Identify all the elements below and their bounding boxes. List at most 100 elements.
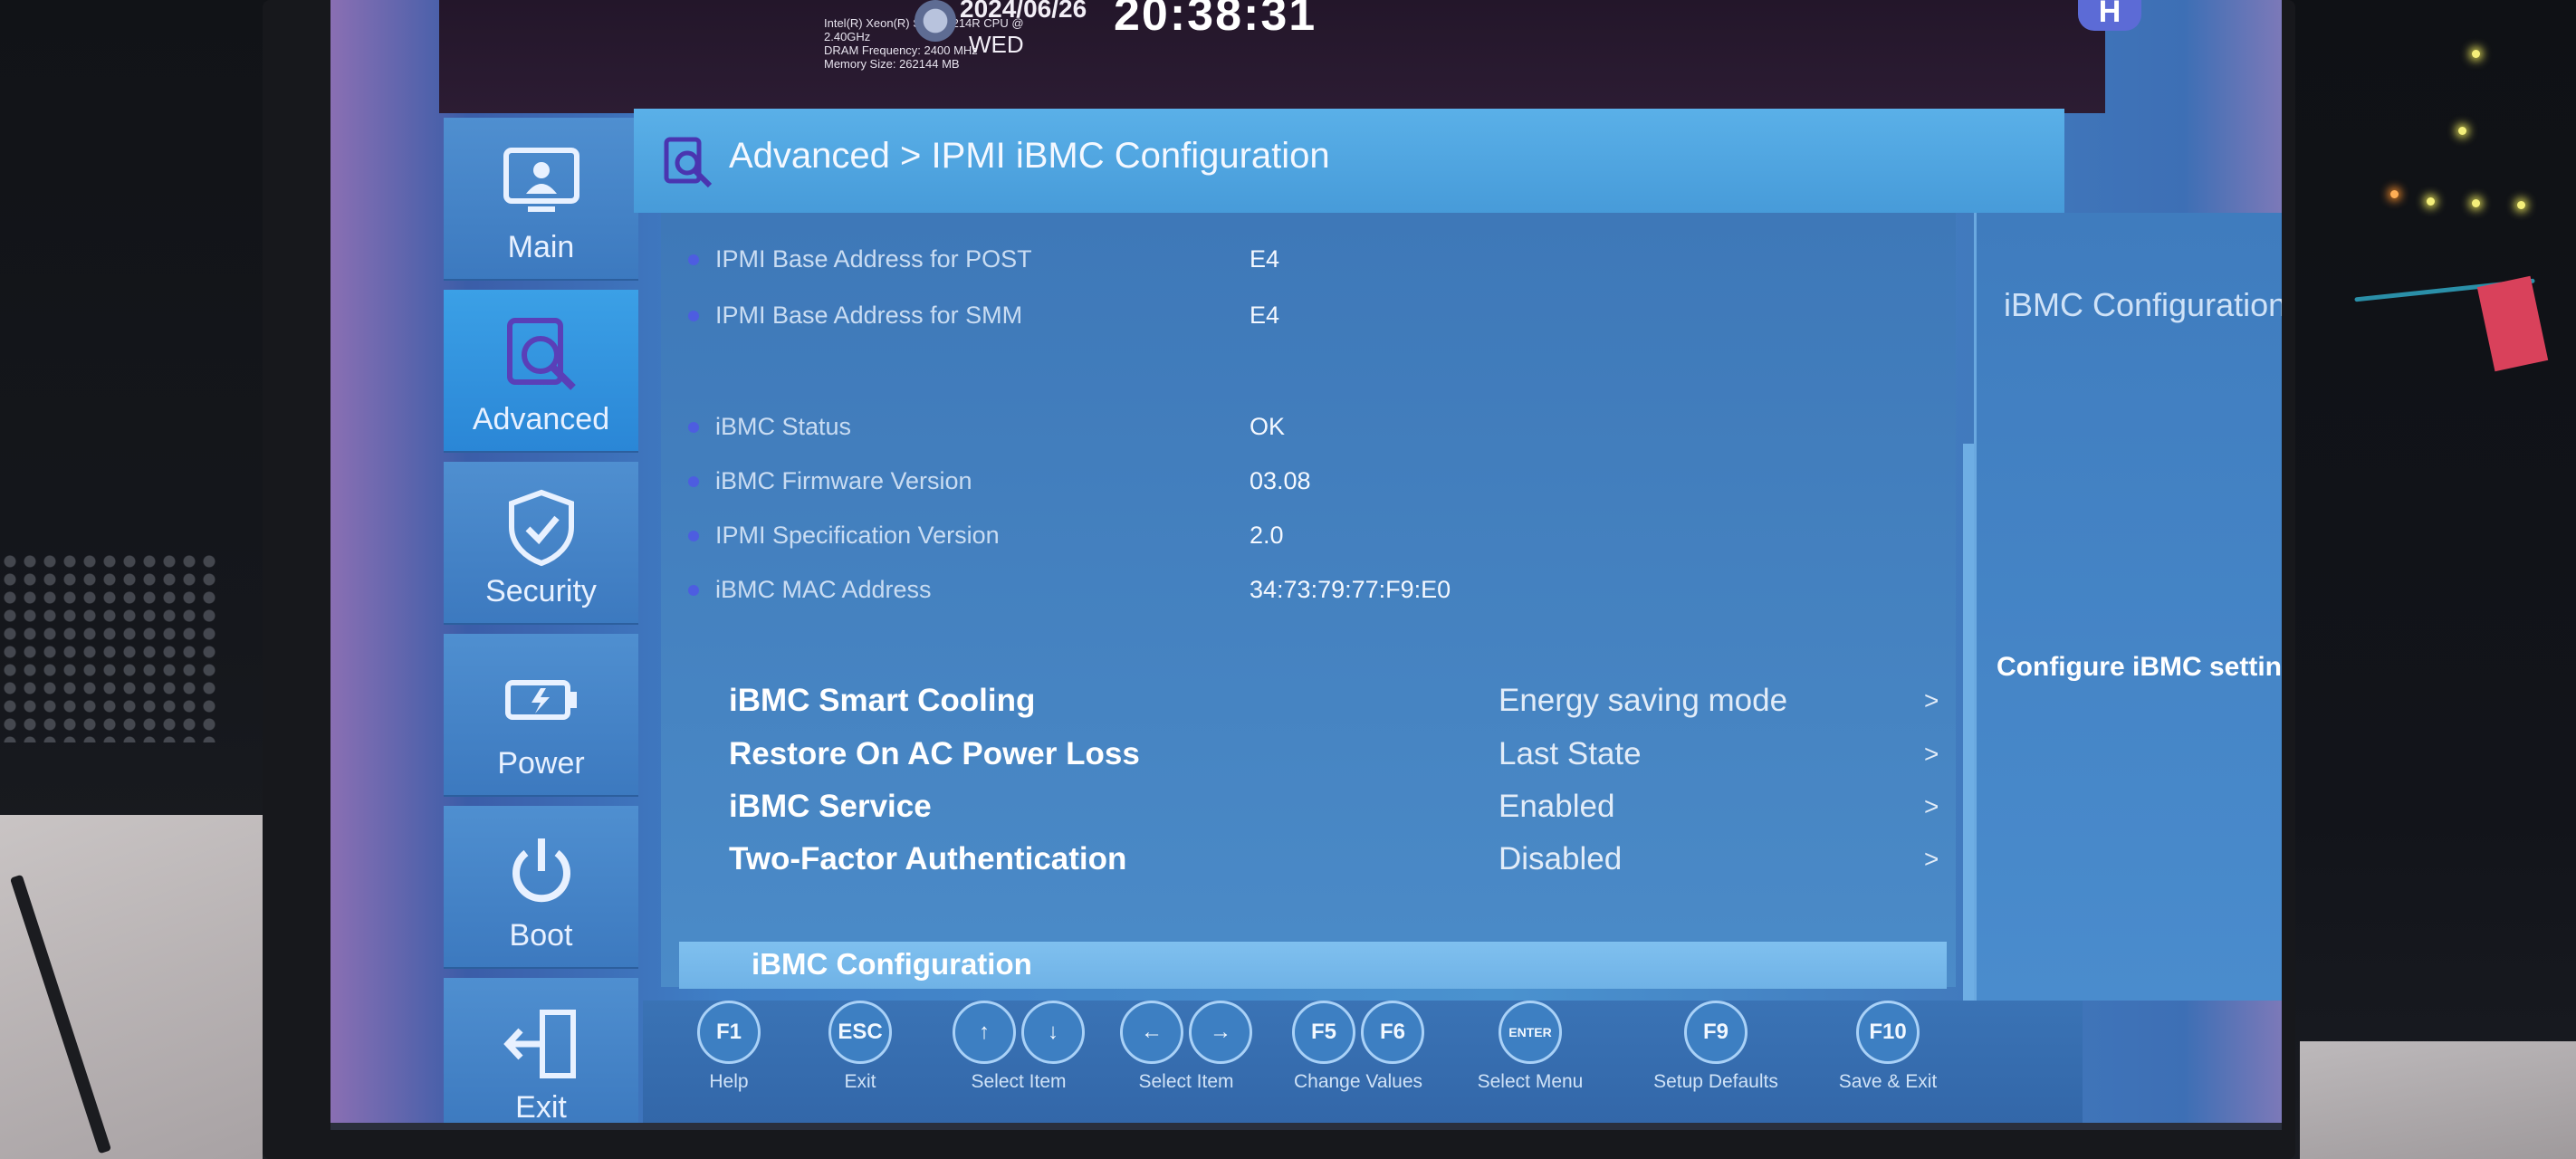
chevron-right-icon: >: [1924, 686, 1939, 714]
f6-key[interactable]: F6: [1361, 1001, 1424, 1064]
search-document-icon: [506, 318, 576, 390]
nav-label: Security: [485, 574, 597, 608]
bullet-icon: [688, 585, 699, 596]
info-row: iBMC Firmware Version 03.08: [661, 460, 1956, 503]
arrow-down-key[interactable]: ↓: [1021, 1001, 1085, 1064]
nav-item-advanced[interactable]: Advanced: [444, 290, 638, 453]
key-select-item-vertical[interactable]: ↑ ↓ Select Item: [942, 1001, 1096, 1093]
rack-light: [2472, 199, 2480, 207]
breadcrumb: Advanced > IPMI iBMC Configuration: [729, 136, 1330, 176]
nav-item-exit[interactable]: Exit: [444, 978, 638, 1130]
key-exit[interactable]: ESC Exit: [810, 1001, 910, 1093]
arrow-up-key[interactable]: ↑: [953, 1001, 1016, 1064]
setting-label: IPMI Base Address for POST: [715, 245, 1032, 273]
setting-value: Last State: [1499, 736, 1642, 771]
key-label: Select Menu: [1477, 1071, 1584, 1092]
setting-label: iBMC Service: [729, 789, 932, 824]
key-select-item-horizontal[interactable]: ← → Select Item: [1109, 1001, 1263, 1093]
rack-light: [2472, 50, 2480, 58]
arrow-left-key[interactable]: ←: [1120, 1001, 1183, 1064]
selected-item-label: iBMC Configuration: [752, 947, 1032, 981]
key-help[interactable]: F1 Help: [679, 1001, 779, 1093]
enter-key[interactable]: ENTER: [1499, 1001, 1562, 1064]
f5-key[interactable]: F5: [1292, 1001, 1355, 1064]
system-info-bar: Intel(R) Xeon(R) Silver 4214R CPU @ 2.40…: [439, 0, 2141, 113]
menu-row-ibmc-service[interactable]: iBMC Service Enabled >: [661, 785, 1956, 829]
setting-value: 03.08: [1250, 467, 1311, 494]
setting-value: Enabled: [1499, 789, 1615, 824]
nav-label: Main: [507, 230, 575, 264]
help-panel: iBMC Configuration Configure iBMC settin…: [1974, 213, 2282, 1001]
vendor-logo: H: [2078, 0, 2141, 31]
f9-key[interactable]: F9: [1684, 1001, 1748, 1064]
rack-light: [2390, 190, 2399, 198]
rack-light: [2427, 197, 2435, 206]
key-select-menu[interactable]: ENTER Select Menu: [1462, 1001, 1598, 1093]
info-row: IPMI Specification Version 2.0: [661, 514, 1956, 558]
setting-label: iBMC Status: [715, 413, 852, 440]
rack-light: [2517, 201, 2525, 209]
key-legend-bar: F1 Help ESC Exit ↑ ↓ Select Item ← → Sel…: [643, 1001, 2083, 1130]
nav-item-security[interactable]: Security: [444, 462, 638, 625]
power-icon: [512, 838, 570, 903]
f1-key[interactable]: F1: [697, 1001, 761, 1064]
setting-label: Restore On AC Power Loss: [729, 736, 1140, 771]
nav-label: Advanced: [472, 402, 610, 436]
key-change-values[interactable]: F5 F6 Change Values: [1277, 1001, 1440, 1093]
page-header: Advanced > IPMI iBMC Configuration: [634, 109, 2064, 213]
shield-check-icon: [508, 489, 574, 567]
key-label: Setup Defaults: [1653, 1071, 1778, 1092]
menu-row-restore-ac-power[interactable]: Restore On AC Power Loss Last State >: [661, 733, 1956, 776]
desk-surface-right: [2300, 1041, 2576, 1159]
key-label: Help: [709, 1071, 749, 1092]
key-save-exit[interactable]: F10 Save & Exit: [1815, 1001, 1960, 1093]
setting-value: 2.0: [1250, 522, 1284, 549]
bullet-icon: [688, 531, 699, 541]
nav-label: Power: [497, 746, 585, 781]
esc-key[interactable]: ESC: [828, 1001, 892, 1064]
key-setup-defaults[interactable]: F9 Setup Defaults: [1639, 1001, 1793, 1093]
selected-item-bar[interactable]: iBMC Configuration: [679, 942, 1947, 989]
search-document-icon: [664, 137, 713, 188]
help-title: iBMC Configuration: [2004, 286, 2282, 323]
chevron-right-icon: >: [1924, 792, 1939, 820]
arrow-right-key[interactable]: →: [1189, 1001, 1252, 1064]
setting-value: Energy saving mode: [1499, 683, 1788, 718]
key-label: Select Item: [971, 1071, 1067, 1092]
setting-value: Disabled: [1499, 841, 1623, 876]
setting-label: iBMC MAC Address: [715, 576, 932, 603]
nav-item-power[interactable]: Power: [444, 634, 638, 797]
key-label: Select Item: [1138, 1071, 1234, 1092]
bullet-icon: [688, 476, 699, 487]
nav-label: Boot: [509, 918, 573, 953]
info-row: iBMC MAC Address 34:73:79:77:F9:E0: [661, 569, 1956, 612]
menu-row-two-factor-auth[interactable]: Two-Factor Authentication Disabled >: [661, 838, 1956, 881]
setting-label: IPMI Specification Version: [715, 522, 1000, 549]
chevron-right-icon: >: [1924, 845, 1939, 873]
server-mesh: [0, 552, 217, 742]
f10-key[interactable]: F10: [1856, 1001, 1920, 1064]
weekday: WED: [969, 31, 1024, 58]
info-row: IPMI Base Address for POST E4: [661, 238, 1956, 282]
date: 2024/06/26: [960, 0, 1087, 23]
bullet-icon: [688, 254, 699, 265]
setting-label: IPMI Base Address for SMM: [715, 302, 1023, 329]
setting-value: 34:73:79:77:F9:E0: [1250, 576, 1451, 603]
nav-item-main[interactable]: Main: [444, 118, 638, 281]
rack-light: [2458, 127, 2466, 135]
battery-icon: [504, 680, 577, 720]
key-label: Change Values: [1293, 1071, 1423, 1092]
settings-panel: IPMI Base Address for POST E4 IPMI Base …: [661, 213, 1956, 989]
nav-label: Exit: [515, 1090, 567, 1125]
setting-label: iBMC Smart Cooling: [729, 683, 1036, 718]
screen-bottom-edge: [330, 1123, 2282, 1130]
bullet-icon: [688, 311, 699, 321]
time: 20:38:31: [1114, 0, 1317, 41]
bullet-icon: [688, 422, 699, 433]
nav-item-boot[interactable]: Boot: [444, 806, 638, 969]
key-label: Exit: [844, 1071, 876, 1092]
monitor-icon: [503, 148, 579, 212]
chevron-right-icon: >: [1924, 740, 1939, 768]
menu-row-smart-cooling[interactable]: iBMC Smart Cooling Energy saving mode >: [661, 679, 1956, 723]
setting-value: OK: [1250, 413, 1286, 440]
